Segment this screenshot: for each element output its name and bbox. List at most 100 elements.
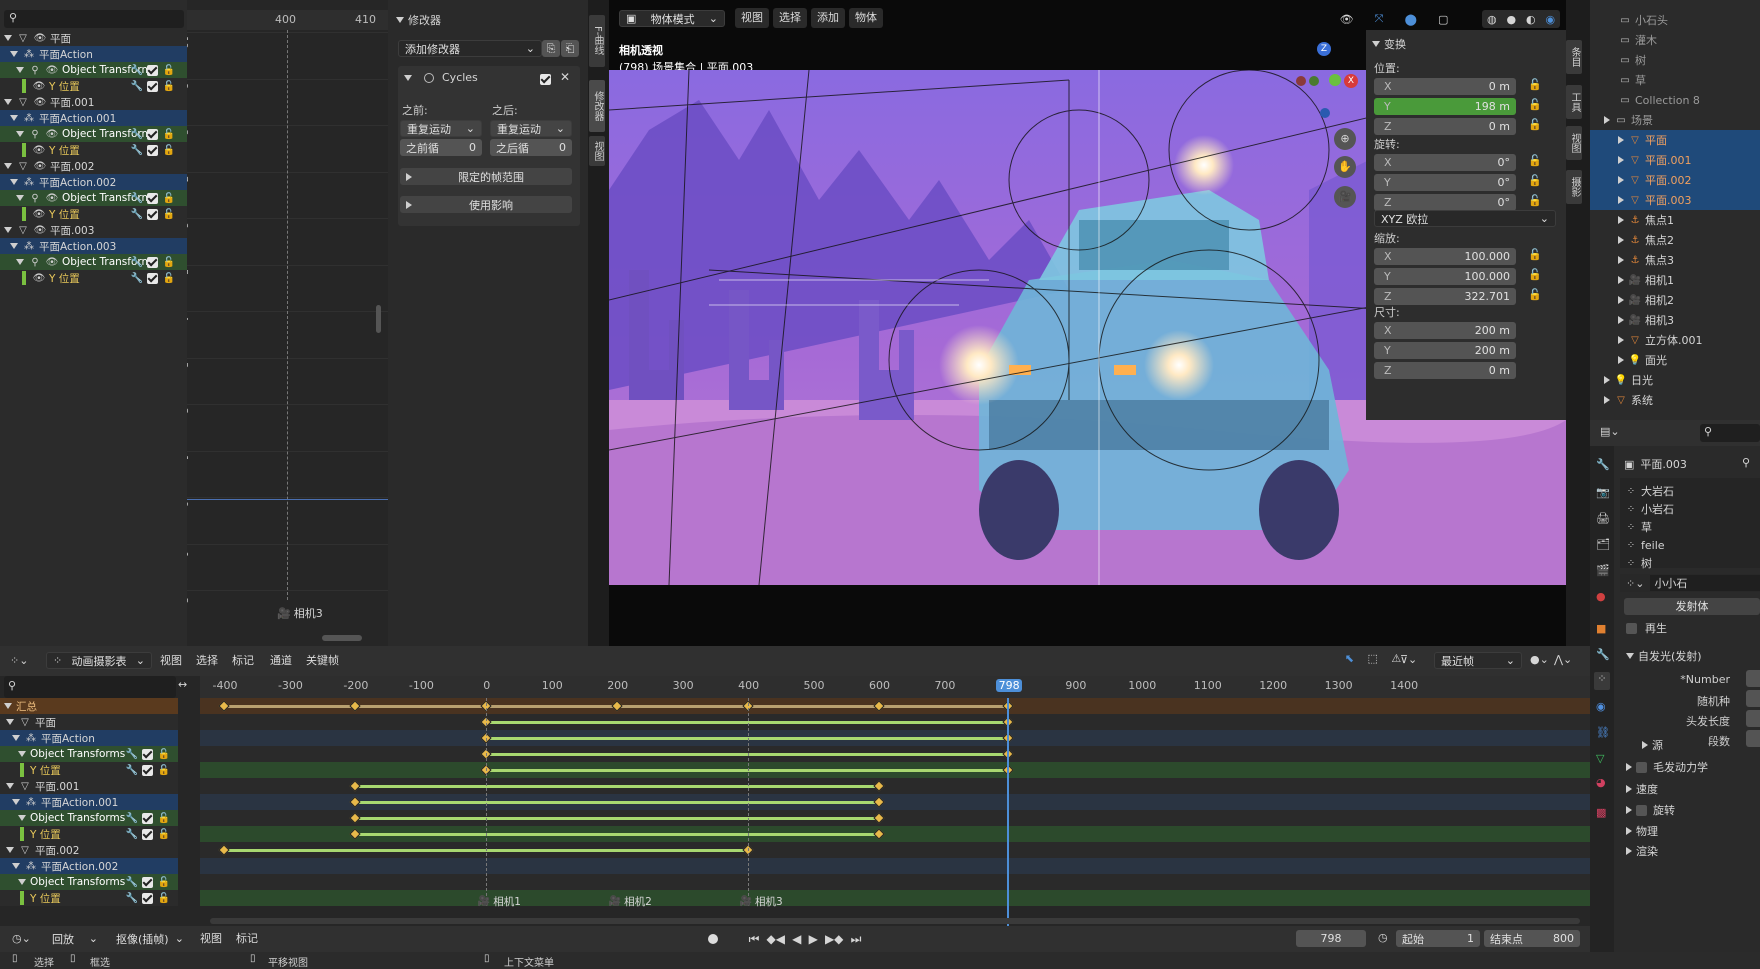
tab-view-3d[interactable]: 视图 [1566, 126, 1582, 160]
expand-icon[interactable] [1618, 216, 1624, 224]
playback-controls[interactable]: ⏮ ◆◀ ◀ ▶ ▶◆ ⏭ [745, 930, 865, 948]
mute-checkbox[interactable] [147, 64, 158, 76]
timeline-editor-icon[interactable]: ◷⌄ [12, 932, 31, 945]
overlay-icon[interactable]: ⬤ [1405, 13, 1417, 26]
clock-icon[interactable]: ◷ [1378, 931, 1388, 944]
pan-hand-icon[interactable]: ✋ [1334, 156, 1356, 178]
graph-channel-row[interactable]: ▽ 👁 平面.002 [0, 158, 187, 174]
expand-icon[interactable] [10, 243, 18, 249]
outliner-item[interactable]: ▭ 树 [1590, 50, 1760, 70]
wrench-icon[interactable]: 🔧 [130, 255, 144, 269]
viewport-shading-buttons[interactable]: ◍ ● ◐ ◉ [1482, 10, 1560, 28]
expand-icon[interactable] [1618, 276, 1624, 284]
graph-channel-row[interactable]: 👁 Y 位置 🔧 🔓 [0, 206, 187, 222]
mute-checkbox[interactable] [147, 128, 158, 140]
rotation-z-field[interactable]: Z 0° [1374, 194, 1516, 211]
transform-header[interactable]: 变换 [1372, 36, 1406, 52]
timeline-marker-menu[interactable]: 标记 [236, 929, 258, 949]
expand-icon[interactable] [16, 67, 24, 73]
expand-icon[interactable] [1618, 136, 1624, 144]
output-tab-icon[interactable]: 🖨 [1596, 512, 1610, 525]
mute-checkbox[interactable] [147, 192, 158, 204]
jump-start-icon[interactable]: ⏮ [749, 932, 760, 947]
rendered-shading-icon[interactable]: ◉ [1545, 13, 1555, 26]
gizmo-icon[interactable]: ⤧ [1375, 12, 1384, 26]
mute-checkbox[interactable] [147, 144, 158, 156]
restrict-range-subpanel[interactable]: 限定的帧范围 [400, 168, 572, 185]
emitter-button[interactable]: 发射体 [1624, 598, 1760, 615]
expand-icon[interactable] [4, 35, 12, 41]
start-frame-field[interactable]: 起始 1 [1396, 930, 1480, 947]
eye-icon[interactable]: 👁 [33, 223, 47, 237]
scale-z-field[interactable]: Z 322.701 [1374, 288, 1516, 305]
physics-tab-icon[interactable]: ◉ [1596, 700, 1606, 713]
solid-shading-icon[interactable]: ● [1506, 13, 1516, 26]
eye-icon[interactable]: 👁 [33, 159, 47, 173]
before-count-field[interactable]: 之前循 0 [400, 139, 482, 156]
wrench-icon[interactable]: 🔧 [130, 191, 144, 205]
tool-tab-icon[interactable]: 🔧 [1596, 458, 1610, 471]
timeline-view-menu[interactable]: 视图 [200, 929, 222, 949]
regrow-checkbox[interactable] [1626, 622, 1637, 634]
outliner-item[interactable]: ▽ 平面 [1590, 130, 1760, 150]
xray-icon[interactable]: ▢ [1438, 13, 1448, 26]
lock-icon[interactable]: 🔓 [1528, 154, 1542, 167]
record-button[interactable] [705, 931, 721, 947]
particle-system-item[interactable]: ⁘ 树 [1624, 554, 1652, 572]
lock-icon[interactable]: 🔓 [1528, 268, 1542, 281]
mute-checkbox[interactable] [142, 828, 153, 840]
expand-icon[interactable] [1618, 256, 1624, 264]
outliner-item[interactable]: ⚓ 焦点2 [1590, 230, 1760, 250]
wrench-icon[interactable]: 🔧 [130, 271, 144, 285]
modifier-tab-icon[interactable]: 🔧 [1596, 648, 1610, 661]
timeline-marker[interactable]: 🎥 相机2 [609, 894, 652, 909]
outliner-item[interactable]: ▭ 灌木 [1590, 30, 1760, 50]
lock-icon[interactable]: 🔓 [1528, 194, 1542, 207]
expand-icon[interactable] [12, 799, 20, 805]
dopesheet-h-scrollbar[interactable] [210, 918, 1580, 924]
snap-mode-dropdown[interactable]: 最近帧 ⌄ [1434, 652, 1522, 669]
outliner-item[interactable]: ▭ Collection 8 [1590, 90, 1760, 110]
graph-channel-row[interactable]: ⚲ 👁 Object Transform 🔧 🔓 [0, 126, 187, 142]
rotation-x-field[interactable]: X 0° [1374, 154, 1516, 171]
mute-checkbox[interactable] [147, 272, 158, 284]
filter-icon[interactable]: ⊽⌄ [1400, 653, 1417, 666]
select-tool-icon[interactable]: ⬉ [1345, 652, 1354, 670]
mute-checkbox[interactable] [147, 256, 158, 268]
copy-modifier-button[interactable]: ⎘ [542, 40, 560, 57]
particle-system-item[interactable]: ⁘ 小岩石 [1624, 500, 1674, 518]
dopesheet-menu-item[interactable]: 关键帧 [306, 651, 339, 671]
graph-channel-row[interactable]: ⁂ 平面Action.002 [0, 174, 187, 190]
lock-icon[interactable]: 🔓 [157, 875, 171, 889]
swap-icon[interactable]: ↔ [178, 678, 187, 691]
dopesheet-channel-row[interactable]: 汇总 [0, 698, 178, 714]
expand-icon[interactable] [6, 783, 14, 789]
mute-checkbox[interactable] [147, 208, 158, 220]
wrench-icon[interactable]: 🔧 [125, 827, 139, 841]
gizmo-neg-y-axis[interactable] [1309, 76, 1319, 86]
dopesheet-playhead[interactable] [1007, 698, 1010, 926]
dopesheet-channel-row[interactable]: ▽ 平面.002 [0, 842, 178, 858]
location-y-field[interactable]: Y 198 m [1374, 98, 1516, 115]
outliner-item[interactable]: ▽ 平面.003 [1590, 190, 1760, 210]
viewport-menu-item[interactable]: 物体 [849, 8, 883, 28]
gizmo-neg-z-axis[interactable] [1320, 108, 1330, 118]
expand-icon[interactable] [18, 751, 26, 757]
rotation-mode-dropdown[interactable]: XYZ 欧拉 ⌄ [1374, 210, 1556, 227]
material-tab-icon[interactable]: ◕ [1596, 776, 1606, 789]
particle-system-list[interactable]: ⁘ 大岩石 ⁘ 小岩石 ⁘ 草 ⁘ feile ⁘ 树 [1620, 478, 1760, 570]
outliner-item[interactable]: ▽ 平面.002 [1590, 170, 1760, 190]
texture-tab-icon[interactable]: ▩ [1596, 806, 1606, 819]
particle-system-selector[interactable]: ⁘⌄ 小小石 [1620, 574, 1760, 592]
outliner-item[interactable]: 🎥 相机3 [1590, 310, 1760, 330]
tab-modifiers[interactable]: 修改器 [589, 80, 605, 132]
scale-y-field[interactable]: Y 100.000 [1374, 268, 1516, 285]
viewport-3d[interactable]: ▣ 物体模式 ⌄ 视图 选择 添加 物体 ◍ ● ◐ ◉ 👁 ⤧ ⬤ ▢ 相机透视 (… [609, 0, 1566, 646]
play-reverse-icon[interactable]: ◀ [792, 932, 801, 946]
lock-icon[interactable]: 🔓 [157, 747, 171, 761]
lock-icon[interactable]: 🔓 [162, 207, 176, 221]
graph-channel-row[interactable]: ⚲ 👁 Object Transform 🔧 🔓 [0, 254, 187, 270]
scale-x-field[interactable]: X 100.000 [1374, 248, 1516, 265]
expand-icon[interactable] [10, 179, 18, 185]
constraints-tab-icon[interactable]: ⛓ [1596, 726, 1610, 739]
